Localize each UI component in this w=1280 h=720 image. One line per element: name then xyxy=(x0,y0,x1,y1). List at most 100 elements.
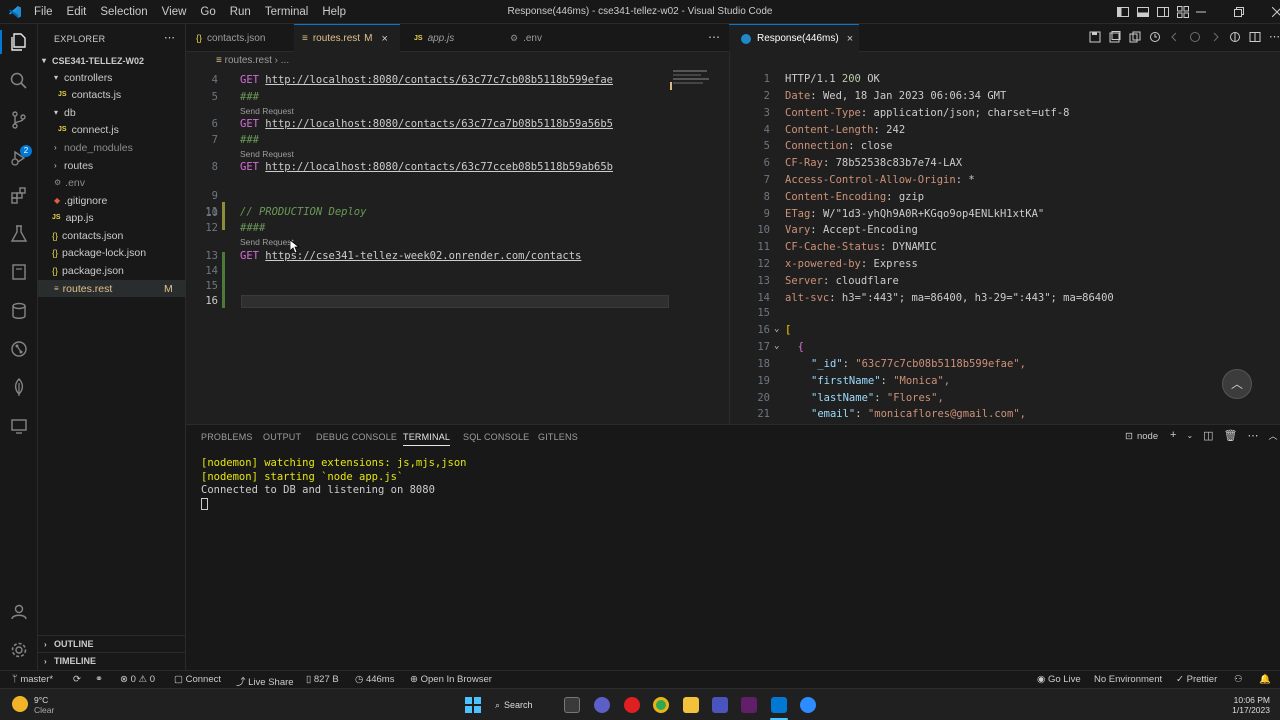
search-icon[interactable] xyxy=(9,71,29,91)
mongodb-leaf-icon[interactable] xyxy=(9,377,29,397)
chrome-icon[interactable] xyxy=(653,697,669,713)
media-player-icon[interactable] xyxy=(624,697,640,713)
vscode-taskbar-icon[interactable] xyxy=(771,697,787,713)
tab-env[interactable]: ⚙ .env xyxy=(492,24,572,52)
split-terminal-icon[interactable]: ◫ xyxy=(1203,429,1213,443)
restore-icon[interactable] xyxy=(1234,7,1244,17)
tab-gitlens[interactable]: GITLENS xyxy=(538,432,578,442)
close-tab-icon[interactable]: × xyxy=(847,33,853,45)
menu-selection[interactable]: Selection xyxy=(100,6,147,18)
environment-selector[interactable]: No Environment xyxy=(1094,674,1162,685)
split-editor-icon[interactable] xyxy=(1249,31,1261,43)
menu-file[interactable]: File xyxy=(34,6,53,18)
customize-layout-icon[interactable] xyxy=(1177,6,1189,18)
menu-help[interactable]: Help xyxy=(322,6,346,18)
tree-file-app-js[interactable]: JS app.js xyxy=(38,209,186,226)
open-in-browser[interactable]: ⊕ Open In Browser xyxy=(410,674,492,685)
fold-chevron-icon[interactable]: ⌄ xyxy=(774,341,779,351)
tab-routes-rest[interactable]: ≡ routes.rest M × xyxy=(294,24,400,52)
notifications-bell-icon[interactable]: 🔔 xyxy=(1259,674,1271,685)
more-actions-icon[interactable]: ⋯ xyxy=(1269,31,1280,43)
go-live[interactable]: ◉ Go Live xyxy=(1037,674,1081,685)
source-control-icon[interactable] xyxy=(9,110,29,130)
tab-debug-console[interactable]: DEBUG CONSOLE xyxy=(316,432,397,442)
tab-contacts-json[interactable]: {} contacts.json xyxy=(186,24,294,52)
tab-response[interactable]: Response(446ms) × xyxy=(729,24,859,52)
breadcrumb-symbol[interactable]: ... xyxy=(281,55,289,66)
tree-folder-controllers[interactable]: ▾ controllers xyxy=(38,69,186,86)
tree-file-contacts-js[interactable]: JS contacts.js xyxy=(38,86,186,103)
tab-app-js[interactable]: JS app.js xyxy=(400,24,492,52)
menu-view[interactable]: View xyxy=(162,6,187,18)
kill-terminal-trash-icon[interactable]: 🗑 xyxy=(1224,429,1238,443)
run-debug-icon[interactable] xyxy=(9,148,29,168)
tree-file-env[interactable]: ⚙ .env xyxy=(38,174,186,191)
testing-flask-icon[interactable] xyxy=(9,224,29,244)
chevron-down-icon[interactable]: ⌄ xyxy=(1186,429,1193,443)
save-response-icon[interactable] xyxy=(1089,31,1101,43)
tab-terminal[interactable]: TERMINAL xyxy=(403,432,451,446)
outline-section[interactable]: › OUTLINE xyxy=(38,635,186,652)
more-actions-icon[interactable]: ⋯ xyxy=(1248,429,1259,443)
menu-edit[interactable]: Edit xyxy=(67,6,87,18)
tab-sql-console[interactable]: SQL CONSOLE xyxy=(463,432,529,442)
tree-file-connect-js[interactable]: JS connect.js xyxy=(38,121,186,138)
close-window-icon[interactable] xyxy=(1272,7,1280,17)
tree-file-contacts-json[interactable]: {} contacts.json xyxy=(38,227,186,244)
file-explorer-icon[interactable] xyxy=(683,697,699,713)
tree-folder-db[interactable]: ▾ db xyxy=(38,104,186,121)
tree-file-routes-rest[interactable]: ≡ routes.rest M xyxy=(38,280,186,297)
manage-gear-icon[interactable] xyxy=(9,640,29,660)
response-time[interactable]: ◷ 446ms xyxy=(355,674,394,685)
taskbar-search[interactable]: ⌕ Search xyxy=(495,695,551,715)
compare-icon[interactable] xyxy=(1229,31,1241,43)
go-back-icon[interactable] xyxy=(1169,31,1181,43)
tab-problems[interactable]: PROBLEMS xyxy=(201,432,253,442)
git-graph-status-icon[interactable]: ⚭ xyxy=(95,674,103,685)
terminal-cursor[interactable] xyxy=(201,498,208,510)
connect-status[interactable]: ▢ Connect xyxy=(174,674,221,685)
terminal-selector[interactable]: ⊡ node xyxy=(1125,431,1158,442)
breadcrumb-file[interactable]: routes.rest xyxy=(225,55,272,66)
teams-chat-icon[interactable] xyxy=(594,697,610,713)
problems-status[interactable]: ⊗ 0 ⚠ 0 xyxy=(120,674,155,685)
close-tab-icon[interactable]: × xyxy=(381,33,387,45)
sync-icon[interactable]: ⟳ xyxy=(73,674,81,685)
more-actions-icon[interactable]: ⋯ xyxy=(164,31,175,44)
slack-icon[interactable] xyxy=(741,697,757,713)
workspace-root[interactable]: ▾ CSE341-TELLEZ-W02 xyxy=(38,52,186,69)
system-clock[interactable]: 10:06 PM 1/17/2023 xyxy=(1222,695,1270,715)
copy-icon[interactable] xyxy=(1129,31,1141,43)
teams-icon[interactable] xyxy=(712,697,728,713)
history-icon[interactable] xyxy=(1149,31,1161,43)
go-forward-icon[interactable] xyxy=(1209,31,1221,43)
tab-more-actions-icon[interactable]: ⋯ xyxy=(708,30,720,44)
menu-run[interactable]: Run xyxy=(230,6,251,18)
weather-widget[interactable]: 9°C Clear xyxy=(34,695,54,715)
request-url[interactable]: http://localhost:8080/contacts/63c77c7cb… xyxy=(265,74,613,86)
weather-moon-icon[interactable] xyxy=(12,696,28,712)
extensions-icon[interactable] xyxy=(9,186,29,206)
open-changes-icon[interactable] xyxy=(1189,31,1201,43)
tree-folder-node-modules[interactable]: › node_modules xyxy=(38,139,186,156)
new-terminal-icon[interactable]: + xyxy=(1170,429,1176,443)
tree-file-gitignore[interactable]: ◆ .gitignore xyxy=(38,192,186,209)
request-url[interactable]: http://localhost:8080/contacts/63c77ca7b… xyxy=(265,118,613,130)
minimap[interactable] xyxy=(673,70,713,88)
zoom-icon[interactable] xyxy=(800,697,816,713)
save-body-icon[interactable] xyxy=(1109,31,1121,43)
task-view-icon[interactable] xyxy=(564,697,580,713)
remote-explorer-icon[interactable] xyxy=(9,416,29,436)
send-request-lens[interactable]: Send Request xyxy=(240,106,294,116)
editor-routes-rest[interactable]: ≡ routes.rest › ... 4 GET http://localho… xyxy=(186,52,729,424)
toggle-panel-icon[interactable] xyxy=(1137,6,1149,18)
send-request-lens[interactable]: Send Request xyxy=(240,237,294,247)
timeline-section[interactable]: › TIMELINE xyxy=(38,652,186,669)
accounts-status-icon[interactable]: ⚇ xyxy=(1234,674,1243,685)
tree-file-package-lock-json[interactable]: {} package-lock.json xyxy=(38,244,186,261)
maximize-panel-icon[interactable]: ︿ xyxy=(1269,429,1278,443)
database-icon[interactable] xyxy=(9,301,29,321)
request-url[interactable]: http://localhost:8080/contacts/63c77cceb… xyxy=(265,161,613,173)
prettier-status[interactable]: ✓ Prettier xyxy=(1176,674,1217,685)
toggle-secondary-sidebar-icon[interactable] xyxy=(1157,6,1169,18)
